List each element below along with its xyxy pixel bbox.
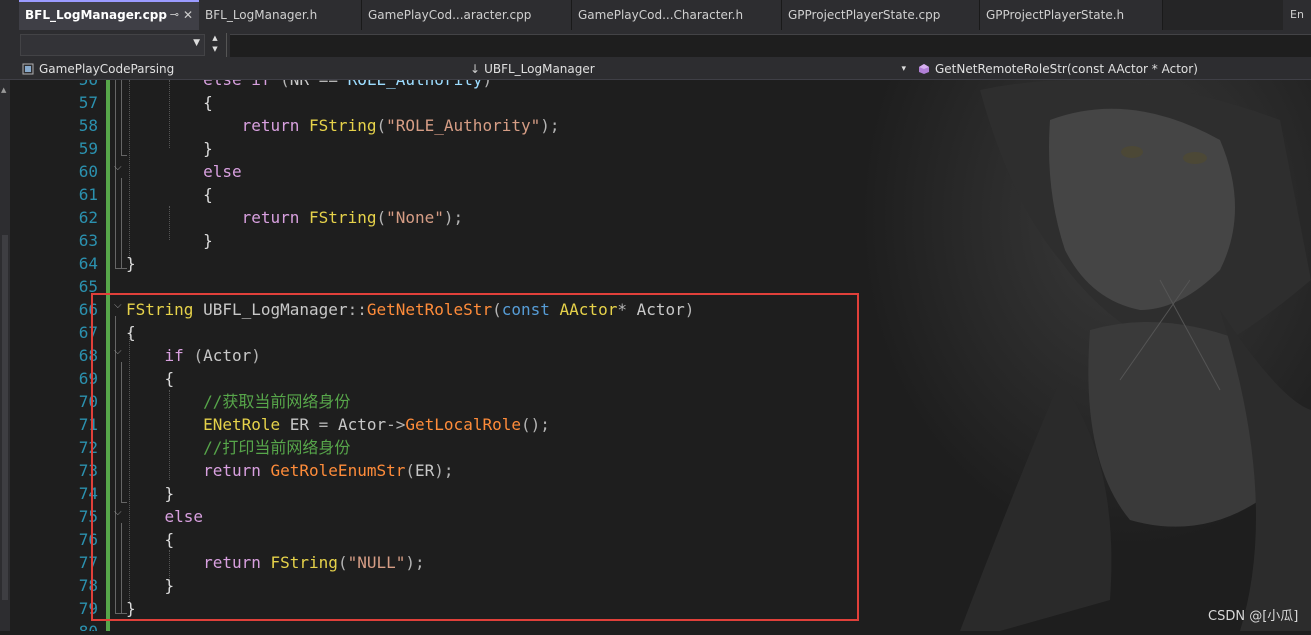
line-number: 63: [78, 231, 98, 250]
code-line[interactable]: 64}: [10, 252, 1311, 275]
line-number: 57: [78, 93, 98, 112]
line-number: 78: [78, 576, 98, 595]
code-text[interactable]: }: [126, 252, 136, 275]
method-icon: [918, 61, 930, 74]
project-dropdown[interactable]: GamePlayCodeParsing: [22, 59, 464, 79]
code-text[interactable]: }: [126, 229, 213, 252]
line-number: 79: [78, 599, 98, 618]
line-number: 61: [78, 185, 98, 204]
code-line[interactable]: 57 {: [10, 91, 1311, 114]
spin-buttons[interactable]: ▲ ▼: [208, 33, 222, 57]
tab-gpprojectplayerstate-cpp[interactable]: GPProjectPlayerState.cpp: [782, 0, 980, 30]
close-icon[interactable]: ✕: [183, 2, 193, 28]
line-number: 80: [38, 620, 98, 631]
member-dropdown[interactable]: GetNetRemoteRoleStr(const AActor * Actor…: [918, 59, 1311, 79]
tab-gameplaycod-character-cpp[interactable]: GamePlayCod...aracter.cpp: [362, 0, 572, 30]
highlight-box: [91, 293, 859, 621]
tab-label: BFL_LogManager.cpp: [25, 8, 167, 22]
line-number: 62: [78, 208, 98, 227]
tab-gameplaycod-character-h[interactable]: GamePlayCod...Character.h: [572, 0, 782, 30]
line-number: 77: [78, 553, 98, 572]
code-text[interactable]: }: [126, 137, 213, 160]
tab-label: GPProjectPlayerState.cpp: [788, 8, 941, 22]
chevron-down-icon[interactable]: ▼: [193, 38, 200, 48]
tab-overflow-text: En: [1290, 8, 1304, 21]
line-number: 68: [78, 346, 98, 365]
line-number: 67: [78, 323, 98, 342]
chevron-up-icon[interactable]: ▲: [208, 33, 222, 44]
chevron-up-icon[interactable]: ▲: [1, 86, 6, 94]
tab-label: GamePlayCod...aracter.cpp: [368, 8, 532, 22]
pin-icon[interactable]: ⊸: [170, 2, 179, 28]
code-line[interactable]: 61 {: [10, 183, 1311, 206]
toolbar-field[interactable]: [230, 34, 1311, 57]
tab-label: GamePlayCod...Character.h: [578, 8, 744, 22]
chevron-down-icon[interactable]: ▼: [208, 44, 222, 55]
line-number: 75: [78, 507, 98, 526]
class-dropdown[interactable]: ↓ UBFL_LogManager ▾: [470, 59, 910, 79]
code-text[interactable]: {: [126, 91, 213, 114]
code-text[interactable]: return FString("None");: [126, 206, 464, 229]
code-text[interactable]: return FString("ROLE_Authority");: [126, 114, 560, 137]
line-number: 74: [78, 484, 98, 503]
watermark: CSDN @[小瓜]: [1208, 609, 1299, 624]
code-line[interactable]: 63 }: [10, 229, 1311, 252]
tab-strip-empty: [1163, 0, 1283, 30]
code-text[interactable]: else if (NR == ROLE_Authority): [126, 80, 492, 91]
tab-label: GPProjectPlayerState.h: [986, 8, 1125, 22]
line-number: 76: [78, 530, 98, 549]
code-line[interactable]: 60 else: [10, 160, 1311, 183]
scrollbar-thumb[interactable]: [2, 235, 8, 600]
tab-strip: BFL_LogManager.cpp ⊸ ✕ BFL_LogManager.h …: [0, 0, 1311, 30]
line-number: 66: [78, 300, 98, 319]
line-number: 73: [78, 461, 98, 480]
left-scrollbar[interactable]: ▲: [0, 80, 10, 631]
line-number: 60: [78, 162, 98, 181]
project-icon: [22, 61, 34, 75]
tab-bfl-logmanager-h[interactable]: BFL_LogManager.h: [199, 0, 362, 30]
tab-label: BFL_LogManager.h: [205, 8, 318, 22]
class-label: UBFL_LogManager: [484, 62, 595, 76]
project-label: GamePlayCodeParsing: [39, 62, 175, 76]
arrow-down-icon: ↓: [470, 62, 481, 76]
toolbar-separator: [226, 33, 227, 57]
line-number: 71: [78, 415, 98, 434]
line-number: 64: [78, 254, 98, 273]
line-number: 69: [78, 369, 98, 388]
code-text[interactable]: {: [126, 183, 213, 206]
code-line[interactable]: 80: [10, 620, 1311, 631]
line-number: 59: [78, 139, 98, 158]
code-line[interactable]: 58 return FString("ROLE_Authority");: [10, 114, 1311, 137]
tab-bfl-logmanager-cpp[interactable]: BFL_LogManager.cpp ⊸ ✕: [19, 0, 199, 30]
line-number: 56: [38, 80, 98, 91]
tab-gpprojectplayerstate-h[interactable]: GPProjectPlayerState.h: [980, 0, 1163, 30]
line-number: 70: [78, 392, 98, 411]
line-number: 58: [78, 116, 98, 135]
chevron-down-icon[interactable]: ▾: [901, 59, 906, 79]
line-number: 72: [78, 438, 98, 457]
code-line[interactable]: 59 }: [10, 137, 1311, 160]
code-text[interactable]: else: [126, 160, 242, 183]
member-label: GetNetRemoteRoleStr(const AActor * Actor…: [935, 62, 1198, 76]
line-number: 65: [78, 277, 98, 296]
config-combo[interactable]: ▼: [20, 34, 205, 56]
code-line[interactable]: 62 return FString("None");: [10, 206, 1311, 229]
code-line[interactable]: 56 else if (NR == ROLE_Authority): [10, 80, 1311, 91]
